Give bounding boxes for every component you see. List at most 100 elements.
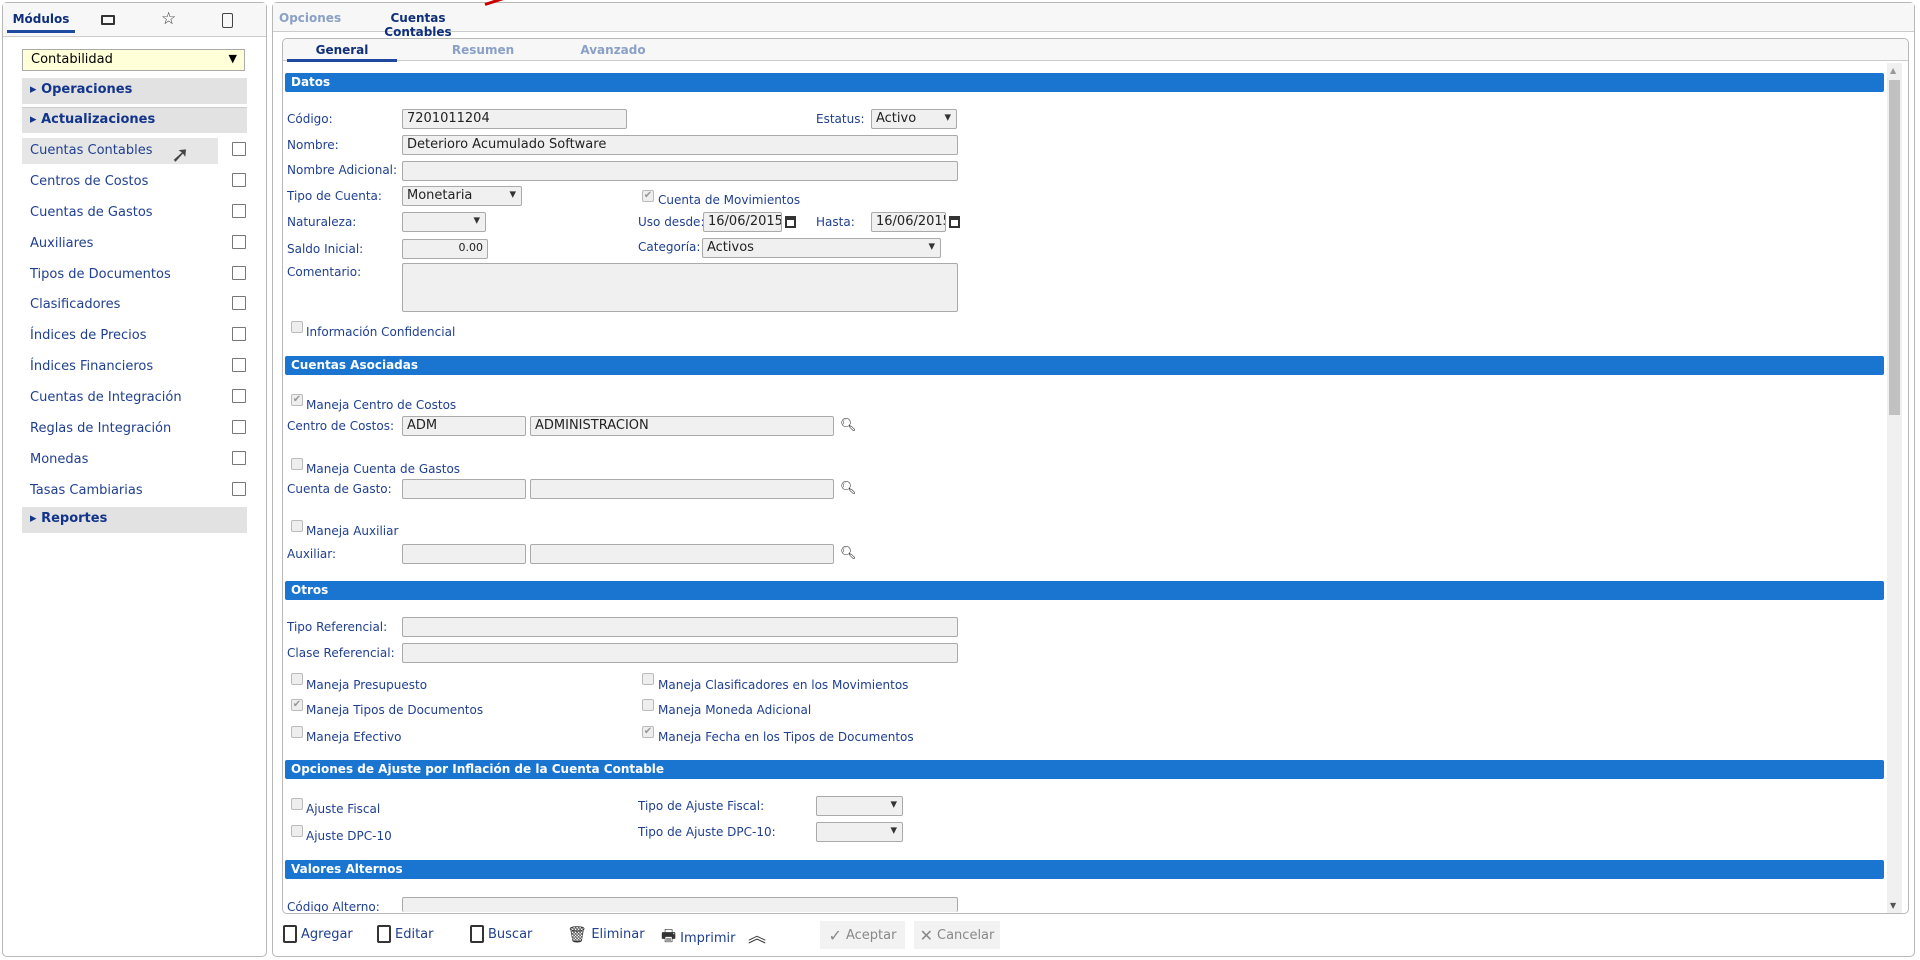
fecha-checkbox[interactable]: ✔ [642,726,654,738]
maneja-aux-checkbox[interactable] [291,520,303,532]
module-select[interactable]: Contabilidad ▼ [22,49,245,71]
nombre-adicional-label: Nombre Adicional: [287,163,398,177]
external-link-icon[interactable] [232,358,246,373]
imprimir-button[interactable]: 🖶 Imprimir [661,925,735,952]
group-reportes[interactable]: ▸ Reportes [22,507,247,533]
collapse-up-icon[interactable]: ︽ [748,922,766,948]
clasificadores-checkbox[interactable] [642,673,654,685]
scrollbar-thumb[interactable] [1889,80,1900,415]
saldo-inicial-input[interactable]: 0.00 [402,239,488,259]
external-link-icon[interactable] [232,327,246,342]
tab-opciones[interactable]: Opciones [279,11,341,25]
ajuste-fiscal-checkbox[interactable] [291,798,303,810]
cancelar-button[interactable]: ✕ Cancelar [914,921,1000,949]
tipo-ajuste-fiscal-select[interactable] [816,796,903,816]
cuenta-movimientos-label: Cuenta de Movimientos [658,193,801,207]
cuenta-gasto-name[interactable] [530,479,834,499]
external-link-icon[interactable] [232,389,246,404]
group-label: Reportes [41,511,108,526]
group-operaciones[interactable]: ▸ Operaciones [22,78,247,104]
sidebar-item[interactable]: Índices de Precios [22,323,246,349]
hasta-input[interactable]: 16/06/2015 [871,212,946,232]
sidebar-item[interactable]: Centros de Costos [22,169,246,195]
tab-general[interactable]: General [287,43,397,62]
sidebar-item[interactable]: Monedas [22,447,246,473]
calendar-icon[interactable] [949,216,960,228]
star-icon[interactable]: ☆ [161,9,176,29]
scrollbar[interactable]: ▲ ▼ [1887,63,1902,913]
external-link-icon[interactable] [232,234,246,249]
tipos-doc-checkbox[interactable]: ✔ [291,699,303,711]
document-icon[interactable] [222,13,233,28]
centro-costos-label: Centro de Costos: [287,419,395,433]
maneja-cc-checkbox[interactable]: ✔ [291,394,303,406]
eliminar-button[interactable]: 🗑︎ Eliminar [567,925,645,944]
naturaleza-select[interactable] [402,212,486,232]
tipo-ajuste-dpc-select[interactable] [816,822,903,842]
editar-button[interactable]: Editar [377,925,434,943]
estatus-label: Estatus: [816,112,865,126]
agregar-button[interactable]: Agregar [283,925,353,943]
clase-referencial-input[interactable] [402,643,958,663]
nombre-adicional-input[interactable] [402,161,958,181]
sidebar-item[interactable]: Reglas de Integración [22,416,246,442]
auxiliar-name[interactable] [530,544,834,564]
cuenta-movimientos-checkbox[interactable]: ✔ [642,190,654,202]
sidebar-item[interactable]: Cuentas de Integración [22,385,246,411]
external-link-icon[interactable] [232,172,246,187]
sidebar-item[interactable]: Índices Financieros [22,354,246,380]
codigo-alterno-input[interactable] [402,897,958,912]
saldo-inicial-label: Saldo Inicial: [287,242,364,256]
external-link-icon[interactable] [232,142,246,156]
sidebar-item[interactable]: Tipos de Documentos [22,262,246,288]
cursor-icon: ➚ [171,143,190,168]
buscar-label: Buscar [488,926,533,942]
comentario-textarea[interactable] [402,263,958,312]
uso-desde-input[interactable]: 16/06/2015 [703,212,782,232]
search-icon[interactable]: 🔍︎ [840,481,857,496]
efectivo-checkbox[interactable] [291,726,303,738]
tipo-referencial-input[interactable] [402,617,958,637]
sidebar-item[interactable]: Auxiliares [22,231,246,257]
tipo-cuenta-select[interactable]: Monetaria [402,186,522,206]
external-link-icon[interactable] [232,420,246,435]
codigo-input[interactable]: 7201011204 [402,109,627,129]
external-link-icon[interactable] [232,203,246,218]
scroll-up-icon[interactable]: ▲ [1890,66,1896,75]
maneja-cg-label: Maneja Cuenta de Gastos [306,462,461,476]
estatus-select[interactable]: Activo [871,109,957,129]
external-link-icon[interactable] [232,265,246,280]
sidebar-item[interactable]: Tasas Cambiarias [22,478,246,504]
monitor-icon[interactable] [101,15,115,25]
sidebar-item[interactable]: Clasificadores [22,292,246,318]
centro-costos-code[interactable]: ADM [402,416,526,436]
confidencial-checkbox[interactable] [291,321,303,333]
moneda-checkbox[interactable] [642,699,654,711]
search-icon[interactable]: 🔍︎ [840,546,857,561]
ajuste-dpc-checkbox[interactable] [291,825,303,837]
centro-costos-name[interactable]: ADMINISTRACION [530,416,834,436]
aceptar-button[interactable]: ✓ Aceptar [820,921,905,949]
presupuesto-checkbox[interactable] [291,673,303,685]
sidebar-item[interactable]: Cuentas de Gastos [22,200,246,226]
printer-icon: 🖶 [661,926,677,945]
external-link-icon[interactable] [232,481,246,496]
buscar-button[interactable]: Buscar [470,925,532,943]
external-link-icon[interactable] [232,450,246,465]
maneja-cg-checkbox[interactable] [291,458,303,470]
cuenta-gasto-code[interactable] [402,479,526,499]
confidencial-label: Información Confidencial [306,325,456,339]
calendar-icon[interactable] [785,216,796,228]
tab-resumen[interactable]: Resumen [433,43,533,57]
nombre-input[interactable]: Deterioro Acumulado Software [402,135,958,155]
sidebar-item-label: Índices Financieros [30,359,154,375]
tab-modulos[interactable]: Módulos [7,12,75,33]
categoria-select[interactable]: Activos [702,238,941,258]
tab-avanzado[interactable]: Avanzado [533,43,693,57]
scroll-down-icon[interactable]: ▼ [1890,901,1896,910]
group-actualizaciones[interactable]: ▸ Actualizaciones [22,107,247,133]
external-link-icon[interactable] [232,296,246,311]
search-document-icon [470,925,484,943]
search-icon[interactable]: 🔍︎ [840,418,857,433]
auxiliar-code[interactable] [402,544,526,564]
